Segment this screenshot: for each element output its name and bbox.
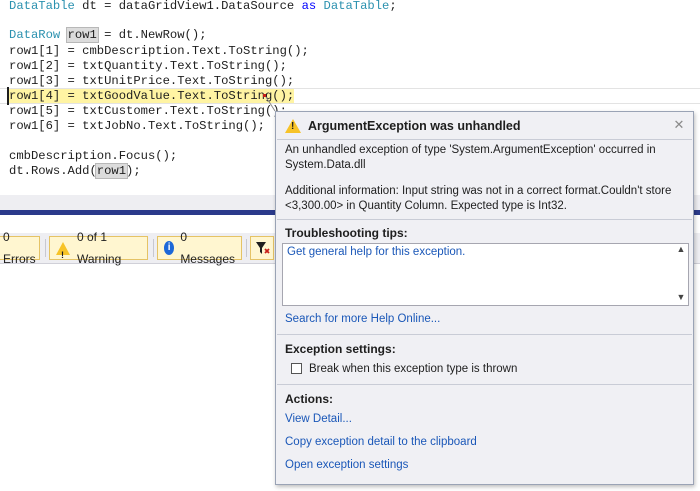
divider	[277, 384, 692, 385]
current-statement-highlight: row1[4] = txtGoodValue.Text.ToString();	[9, 89, 295, 103]
scroll-up-icon[interactable]: ▲	[676, 244, 686, 254]
code-line: DataTable dt = dataGridView1.DataSource …	[9, 0, 397, 13]
toolbar-separator	[153, 239, 154, 257]
divider	[277, 334, 692, 335]
troubleshooting-tips-list[interactable]: Get general help for this exception. ▲ ▼	[282, 243, 689, 306]
exception-title: ! ArgumentException was unhandled	[285, 117, 521, 135]
exception-additional-info: Additional information: Input string was…	[285, 185, 672, 212]
messages-label: 0 Messages	[180, 230, 236, 266]
code-line: row1[3] = txtUnitPrice.Text.ToString();	[9, 74, 295, 88]
warnings-filter-button[interactable]: ! 0 of 1 Warning	[49, 230, 148, 266]
close-icon[interactable]: ✕	[673, 117, 685, 133]
break-on-exception-checkbox[interactable]	[291, 363, 302, 374]
errors-filter-button[interactable]: 0 Errors	[0, 230, 40, 266]
tips-scrollbar[interactable]: ▲ ▼	[674, 244, 688, 305]
tip-link[interactable]: Get general help for this exception.	[287, 246, 465, 258]
reference-highlight: row1	[65, 27, 99, 43]
info-icon: i	[164, 241, 175, 255]
search-help-link[interactable]: Search for more Help Online...	[285, 313, 440, 325]
warning-icon: !	[285, 119, 301, 133]
exception-settings-heading: Exception settings:	[285, 342, 396, 356]
filter-button[interactable]	[250, 236, 274, 260]
warnings-label: 0 of 1 Warning	[77, 230, 122, 266]
code-line: row1[6] = txtJobNo.Text.ToString();	[9, 119, 265, 133]
break-checkbox-label: Break when this exception type is thrown	[309, 363, 518, 375]
code-line: row1[1] = cmbDescription.Text.ToString()…	[9, 44, 309, 58]
messages-filter-button[interactable]: i 0 Messages	[157, 230, 242, 266]
toolbar-separator	[246, 239, 247, 257]
code-line: dt.Rows.Add(row1);	[9, 163, 141, 179]
warning-icon: !	[56, 241, 70, 260]
exception-message: An unhandled exception of type 'System.A…	[285, 144, 656, 171]
actions-heading: Actions:	[285, 392, 333, 406]
divider	[277, 219, 692, 220]
code-line: row1[2] = txtQuantity.Text.ToString();	[9, 59, 287, 73]
reference-highlight: row1	[94, 163, 129, 179]
exception-helper-popup: ! ArgumentException was unhandled ✕ An u…	[275, 111, 694, 485]
divider	[277, 139, 692, 140]
toolbar-separator	[45, 239, 46, 257]
filter-icon	[256, 242, 270, 254]
open-exception-settings-link[interactable]: Open exception settings	[285, 459, 408, 471]
code-line: cmbDescription.Focus();	[9, 149, 178, 163]
scroll-down-icon[interactable]: ▼	[676, 292, 686, 302]
view-detail-link[interactable]: View Detail...	[285, 413, 352, 425]
code-line: row1[5] = txtCustomer.Text.ToString();	[9, 104, 287, 118]
copy-detail-link[interactable]: Copy exception detail to the clipboard	[285, 436, 477, 448]
tips-heading: Troubleshooting tips:	[285, 226, 408, 240]
code-line: DataRow row1 = dt.NewRow();	[9, 27, 207, 43]
errors-label: 0 Errors	[3, 230, 36, 266]
current-statement-line: row1[4] = txtGoodValue.Text.ToString();	[9, 88, 295, 104]
